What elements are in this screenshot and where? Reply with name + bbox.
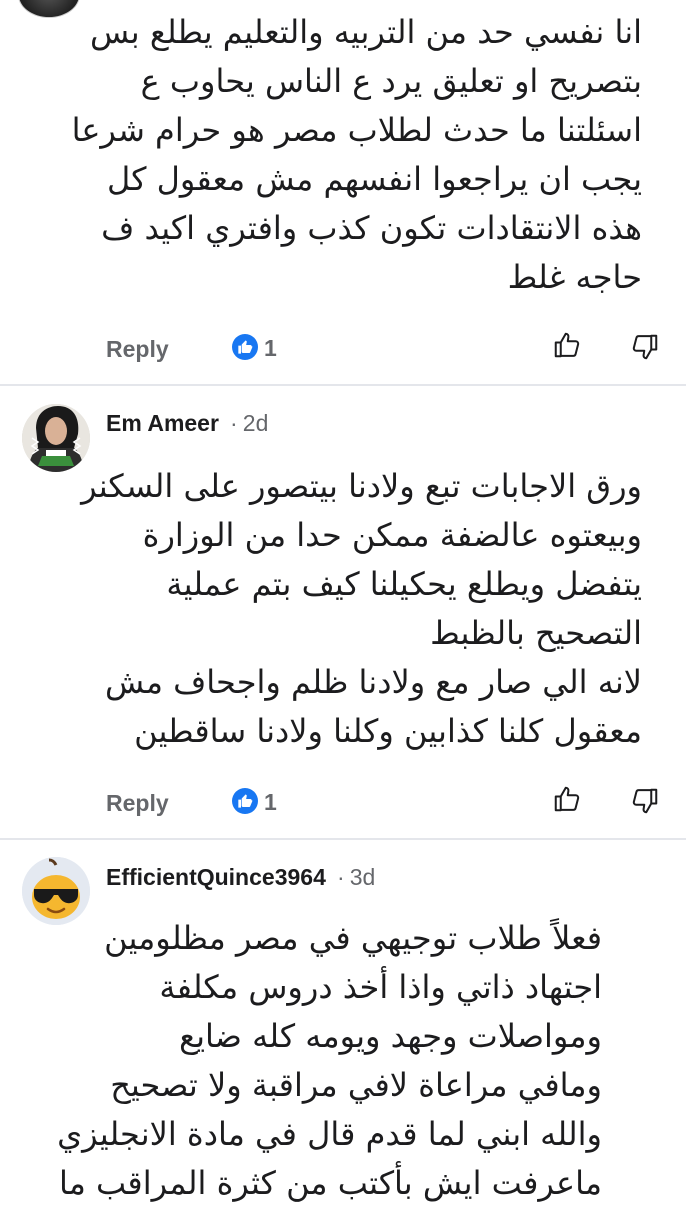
comment-line: معقول كلنا كذابين وكلنا ولادنا ساقطين xyxy=(134,712,642,750)
comment-line: اسئلتنا ما حدث لطلاب مصر هو حرام شرعا xyxy=(71,111,642,149)
separator-dot: · xyxy=(230,410,238,436)
comment-body: فعلاً طلاب توجيهي في مصر مظلومين اجتهاد … xyxy=(57,914,602,1208)
comment-line: اجتهاد ذاتي واذا أخذ دروس مكلفة xyxy=(159,968,602,1006)
thumbs-up-icon[interactable] xyxy=(552,784,582,814)
comment-line: ومواصلات وجهد ويومه كله ضايع xyxy=(179,1017,602,1055)
comment-header: EfficientQuince3964 · 3d xyxy=(106,864,375,891)
comment-body: ورق الاجابات تبع ولادنا بيتصور على السكن… xyxy=(81,462,642,756)
comment-line: ورق الاجابات تبع ولادنا بيتصور على السكن… xyxy=(81,467,642,505)
comment-header: Em Ameer · 2d xyxy=(106,410,268,437)
separator-dot: · xyxy=(336,864,345,890)
divider xyxy=(0,384,686,386)
like-count: 1 xyxy=(264,789,277,815)
comment-line: وبيعتوه عالضفة ممكن حدا من الوزارة xyxy=(142,516,642,554)
comment-line: ماعرفت ايش بأكتب من كثرة المراقب ما xyxy=(58,1164,602,1202)
comment-line: فعلاً طلاب توجيهي في مصر مظلومين xyxy=(104,919,602,957)
comment-line: هذه الانتقادات تكون كذب وافتري اكيد ف xyxy=(101,209,642,247)
comment-line: لانه الي صار مع ولادنا ظلم واجحاف مش xyxy=(105,663,642,701)
timestamp[interactable]: 2d xyxy=(243,410,269,436)
reply-button[interactable]: Reply xyxy=(106,790,169,817)
like-reaction-icon[interactable] xyxy=(232,334,258,360)
like-reaction-icon[interactable] xyxy=(232,788,258,814)
reply-button[interactable]: Reply xyxy=(106,336,169,363)
comment-line: حاجه غلط xyxy=(507,258,642,296)
comment-body: انا نفسي حد من التربيه والتعليم يطلع بس … xyxy=(72,8,642,302)
woman-keffiyeh-avatar-icon[interactable] xyxy=(22,404,90,472)
comment-line: التصحيح بالظبط xyxy=(430,614,642,652)
comment-line: يجب ان يراجعوا انفسهم مش معقول كل xyxy=(106,160,642,198)
thumbs-up-icon[interactable] xyxy=(552,330,582,360)
author-name[interactable]: Em Ameer xyxy=(106,410,219,436)
comment-line: بتصريح او تعليق يرد ع الناس يحاوب ع xyxy=(140,62,642,100)
thumbs-down-icon[interactable] xyxy=(630,332,660,362)
author-name[interactable]: EfficientQuince3964 xyxy=(106,864,326,890)
like-count: 1 xyxy=(264,335,277,361)
timestamp[interactable]: 3d xyxy=(350,864,376,890)
comment-line: يتفضل ويطلع يحكيلنا كيف بتم عملية xyxy=(166,565,642,603)
comment-line: والله ابني لما قدم قال في مادة الانجليزي xyxy=(57,1115,602,1153)
thumbs-down-icon[interactable] xyxy=(630,786,660,816)
comment-line: انا نفسي حد من التربيه والتعليم يطلع بس xyxy=(89,13,642,51)
divider xyxy=(0,838,686,840)
comment-line: ومافي مراعاة لافي مراقبة ولا تصحيح xyxy=(110,1066,602,1104)
